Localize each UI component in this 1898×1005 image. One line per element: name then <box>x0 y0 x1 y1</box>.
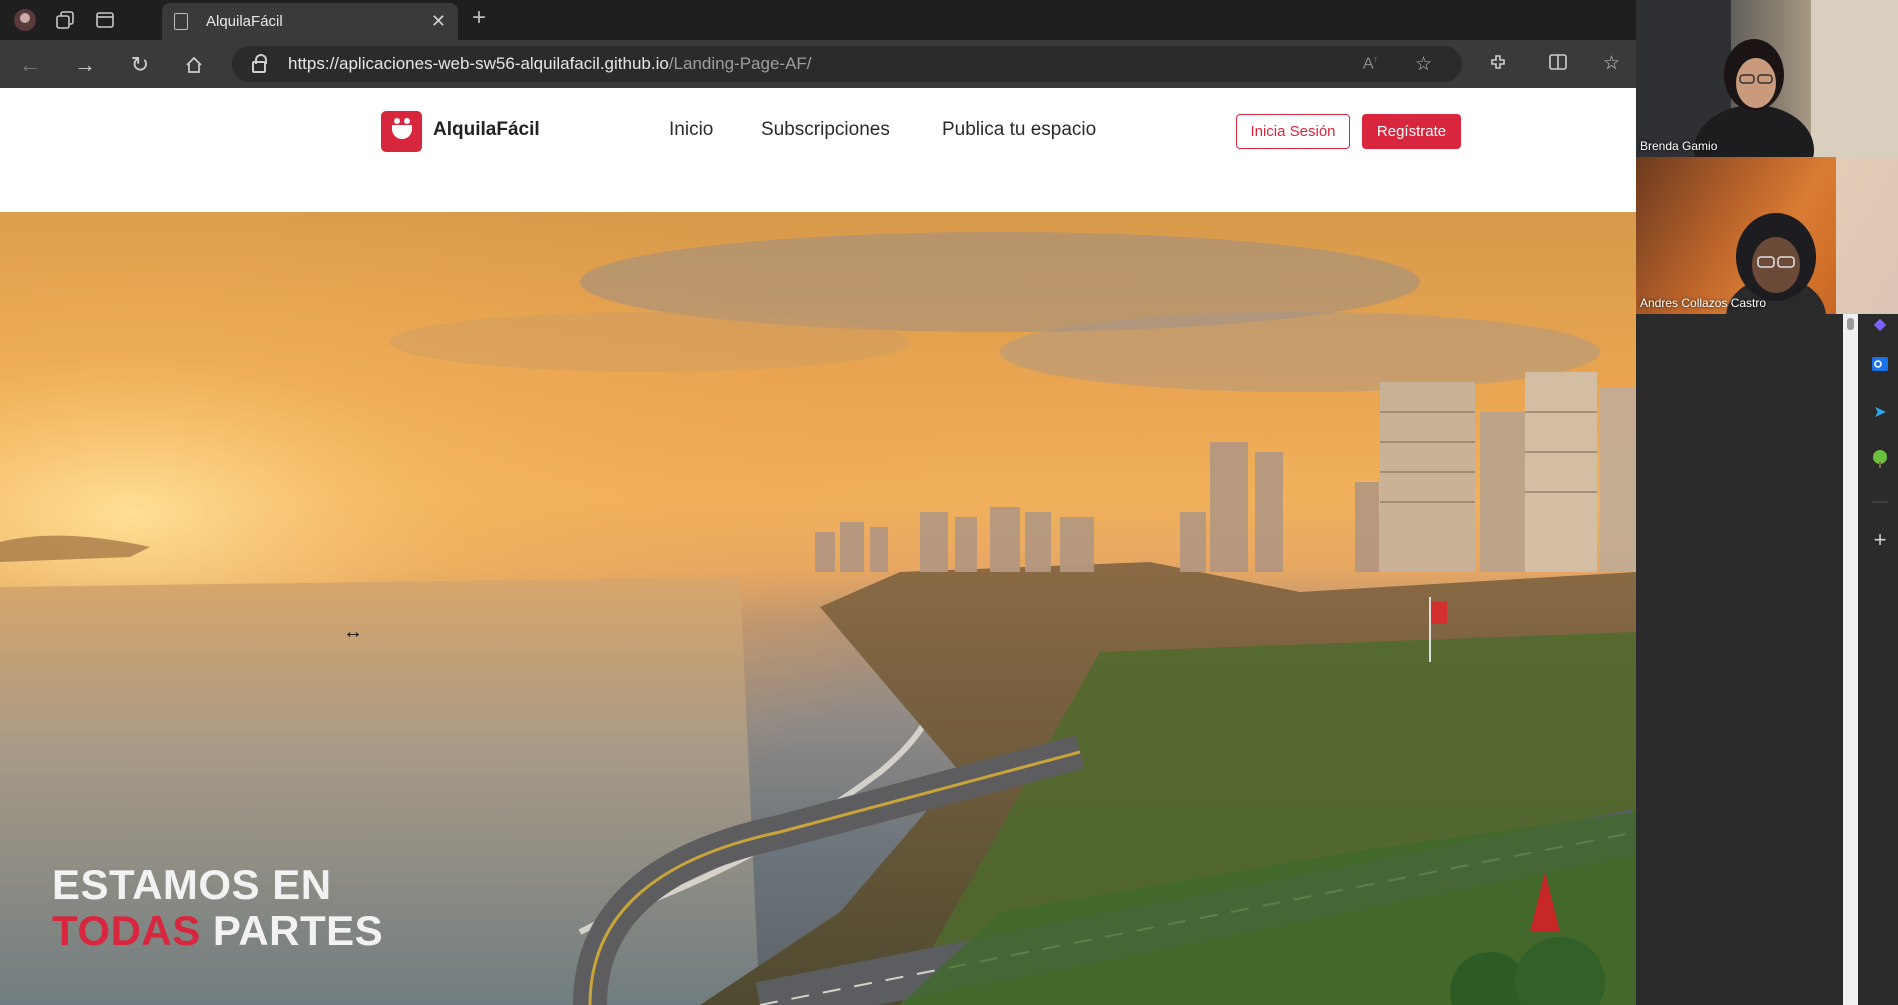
brand-name[interactable]: AlquilaFácil <box>433 119 540 141</box>
site-header: AlquilaFácil Inicio Subscripciones Publi… <box>0 88 1636 212</box>
outlook-icon[interactable] <box>1870 354 1890 374</box>
close-tab-icon[interactable]: ✕ <box>431 11 446 32</box>
copilot-icon[interactable]: ◆ <box>1870 314 1890 334</box>
tab-title: AlquilaFácil <box>206 13 283 30</box>
login-button[interactable]: Inicia Sesión <box>1236 114 1350 149</box>
hero-title-highlight: TODAS <box>52 907 201 954</box>
nav-publica-tu-espacio[interactable]: Publica tu espacio <box>942 119 1096 141</box>
participant-video-feed <box>1726 157 1898 314</box>
home-icon[interactable] <box>181 52 207 78</box>
telegram-icon[interactable]: ➤ <box>1870 402 1890 422</box>
hero-title-line1: ESTAMOS EN <box>52 861 332 908</box>
browser-toolbar: ← → ↻ https://aplicaciones-web-sw56-alqu… <box>0 40 1636 88</box>
participant-video-feed <box>1636 0 1898 157</box>
divider: — <box>1872 493 1888 510</box>
new-tab-icon[interactable]: + <box>472 4 486 32</box>
split-screen-icon[interactable] <box>1548 52 1568 78</box>
page-scrollbar[interactable] <box>1843 314 1858 1005</box>
games-icon[interactable] <box>1870 449 1890 469</box>
participant-name: Andres Collazos Castro <box>1640 296 1767 310</box>
read-aloud-icon[interactable]: A↑ <box>1363 54 1378 73</box>
scrollbar-thumb[interactable] <box>1847 318 1854 330</box>
favorite-star-icon[interactable]: ☆ <box>1415 53 1432 76</box>
side-panel-background <box>1636 314 1898 1005</box>
hero-banner: ESTAMOS EN TODAS PARTES ↔ <box>0 212 1636 1005</box>
vertical-tabs-icon[interactable] <box>90 5 120 35</box>
url-path: /Landing-Page-AF/ <box>668 54 812 73</box>
participant-name: Brenda Gamio <box>1640 139 1718 153</box>
lock-icon[interactable] <box>252 54 267 73</box>
extensions-icon[interactable] <box>1488 52 1508 78</box>
back-icon[interactable]: ← <box>17 52 43 78</box>
sidebar-apps: ◆ ➤ — + <box>1862 314 1898 1005</box>
reload-icon[interactable]: ↻ <box>127 52 153 78</box>
web-page: AlquilaFácil Inicio Subscripciones Publi… <box>0 88 1636 1005</box>
workspaces-icon[interactable] <box>50 5 80 35</box>
resize-cursor-icon: ↔ <box>343 621 363 643</box>
brand-logo-icon[interactable] <box>381 111 422 152</box>
add-sidebar-app-icon[interactable]: + <box>1870 527 1890 552</box>
tab-alquilafacil[interactable]: AlquilaFácil ✕ <box>162 3 458 40</box>
nav-subscripciones[interactable]: Subscripciones <box>761 119 890 141</box>
url-host: https://aplicaciones-web-sw56-alquilafac… <box>288 54 669 73</box>
nav-inicio[interactable]: Inicio <box>669 119 713 141</box>
video-tile-andres[interactable]: Andres Collazos Castro <box>1636 157 1898 314</box>
profile-avatar-icon[interactable] <box>10 5 40 35</box>
favorites-icon[interactable]: ☆ <box>1603 52 1620 75</box>
video-tile-brenda[interactable]: Brenda Gamio <box>1636 0 1898 157</box>
address-bar[interactable]: https://aplicaciones-web-sw56-alquilafac… <box>232 46 1462 82</box>
page-icon <box>174 13 188 30</box>
hero-title-line2: PARTES <box>200 907 384 954</box>
forward-icon[interactable]: → <box>72 52 98 78</box>
hero-title: ESTAMOS EN TODAS PARTES <box>52 862 383 954</box>
register-button[interactable]: Regístrate <box>1362 114 1461 149</box>
